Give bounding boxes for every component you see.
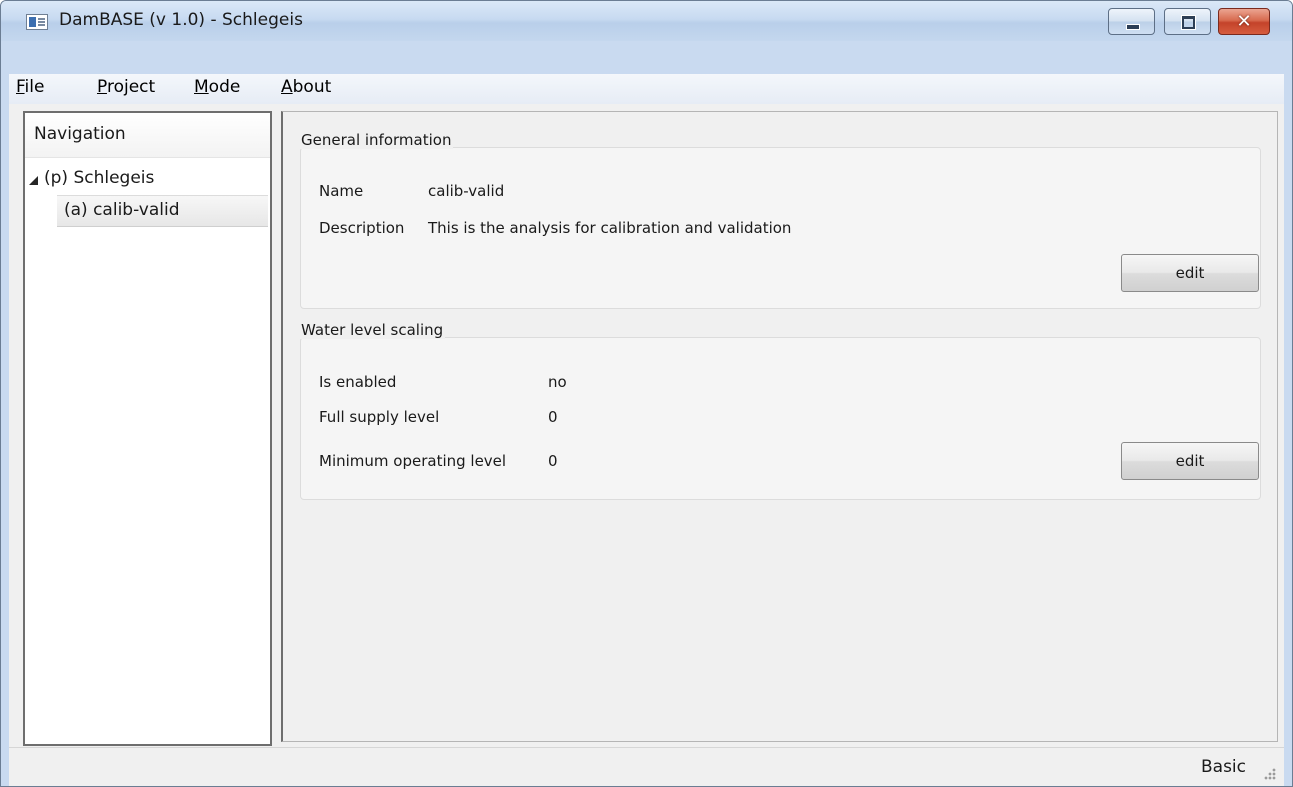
tree-expand-arrow-icon[interactable] [29, 176, 38, 185]
general-information-edit-button[interactable]: edit [1121, 254, 1259, 292]
app-window: DamBASE (v 1.0) - Schlegeis ✕ File Proje… [0, 0, 1293, 787]
minimum-operating-level-label: Minimum operating level [319, 452, 507, 470]
size-grip-icon[interactable] [1262, 766, 1276, 780]
title-bar[interactable]: DamBASE (v 1.0) - Schlegeis ✕ [1, 1, 1292, 41]
minimize-button[interactable] [1108, 8, 1155, 35]
maximize-icon [1181, 15, 1196, 30]
is-enabled-label: Is enabled [319, 373, 397, 391]
window-frame-left [1, 41, 9, 786]
close-button[interactable]: ✕ [1218, 8, 1270, 35]
window-title: DamBASE (v 1.0) - Schlegeis [59, 10, 303, 30]
minimum-operating-level-value: 0 [548, 452, 558, 470]
description-value: This is the analysis for calibration and… [428, 219, 792, 237]
tree-item-project[interactable]: (p) Schlegeis [44, 168, 154, 188]
full-supply-level-value: 0 [548, 408, 558, 426]
is-enabled-value: no [548, 373, 567, 391]
general-information-group: Name calib-valid Description This is the… [300, 147, 1261, 309]
status-mode-text: Basic [1200, 757, 1246, 777]
client-area: Navigation (p) Schlegeis (a) calib-valid… [9, 104, 1284, 786]
menu-project[interactable]: Project [97, 77, 155, 97]
description-label: Description [319, 219, 405, 237]
tree-item-analysis-label: (a) calib-valid [64, 200, 180, 220]
window-frame-top [9, 41, 1284, 74]
full-supply-level-label: Full supply level [319, 408, 440, 426]
navigation-header-label: Navigation [34, 124, 126, 144]
navigation-header: Navigation [25, 113, 270, 158]
minimize-icon [1126, 24, 1140, 30]
water-level-scaling-edit-button[interactable]: edit [1121, 442, 1259, 480]
menu-about[interactable]: About [281, 77, 331, 97]
menu-file[interactable]: File [16, 77, 44, 97]
name-value: calib-valid [428, 182, 505, 200]
navigation-panel: Navigation (p) Schlegeis (a) calib-valid [23, 111, 272, 746]
app-icon[interactable] [26, 14, 48, 30]
name-label: Name [319, 182, 364, 200]
menu-mode[interactable]: Mode [194, 77, 240, 97]
water-level-scaling-group: Is enabled no Full supply level 0 Minimu… [300, 337, 1261, 500]
menu-bar: File Project Mode About [9, 74, 1284, 104]
general-information-title: General information [299, 131, 454, 149]
details-panel: Name calib-valid Description This is the… [281, 111, 1278, 742]
close-icon: ✕ [1236, 11, 1252, 32]
window-frame-right [1284, 41, 1292, 786]
tree-item-analysis[interactable]: (a) calib-valid [57, 195, 268, 227]
maximize-button[interactable] [1164, 8, 1211, 35]
water-level-scaling-title: Water level scaling [299, 321, 446, 339]
status-bar: Basic [9, 747, 1284, 786]
